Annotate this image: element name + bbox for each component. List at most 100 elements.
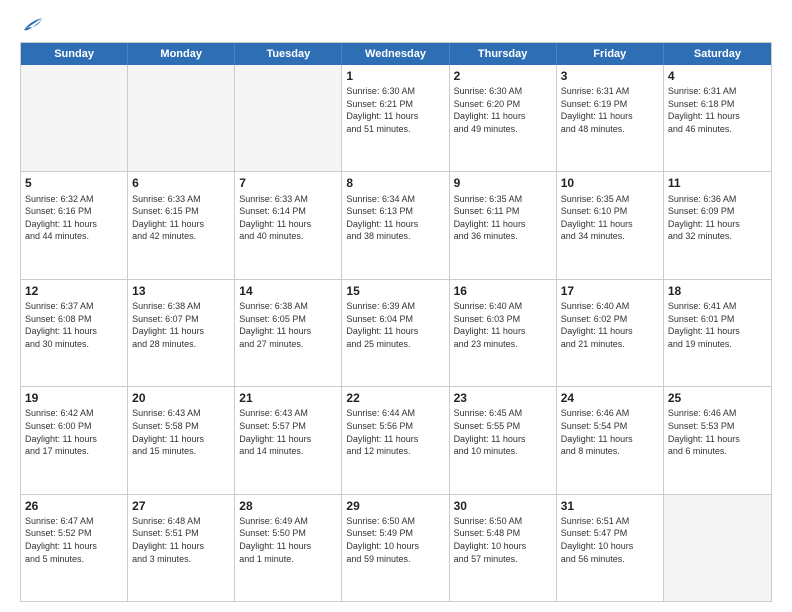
day-info: Sunrise: 6:44 AM Sunset: 5:56 PM Dayligh…: [346, 407, 444, 457]
day-number: 8: [346, 175, 444, 191]
day-info: Sunrise: 6:40 AM Sunset: 6:03 PM Dayligh…: [454, 300, 552, 350]
calendar-cell: 31Sunrise: 6:51 AM Sunset: 5:47 PM Dayli…: [557, 495, 664, 601]
calendar-row: 19Sunrise: 6:42 AM Sunset: 6:00 PM Dayli…: [21, 386, 771, 493]
calendar-row: 12Sunrise: 6:37 AM Sunset: 6:08 PM Dayli…: [21, 279, 771, 386]
calendar-cell: 5Sunrise: 6:32 AM Sunset: 6:16 PM Daylig…: [21, 172, 128, 278]
day-number: 21: [239, 390, 337, 406]
day-number: 12: [25, 283, 123, 299]
day-number: 25: [668, 390, 767, 406]
day-number: 15: [346, 283, 444, 299]
calendar-cell: 19Sunrise: 6:42 AM Sunset: 6:00 PM Dayli…: [21, 387, 128, 493]
day-info: Sunrise: 6:38 AM Sunset: 6:05 PM Dayligh…: [239, 300, 337, 350]
calendar-cell: 23Sunrise: 6:45 AM Sunset: 5:55 PM Dayli…: [450, 387, 557, 493]
day-info: Sunrise: 6:46 AM Sunset: 5:54 PM Dayligh…: [561, 407, 659, 457]
header-day-saturday: Saturday: [664, 43, 771, 65]
calendar-row: 5Sunrise: 6:32 AM Sunset: 6:16 PM Daylig…: [21, 171, 771, 278]
calendar-cell: 13Sunrise: 6:38 AM Sunset: 6:07 PM Dayli…: [128, 280, 235, 386]
day-number: 11: [668, 175, 767, 191]
header-day-friday: Friday: [557, 43, 664, 65]
day-info: Sunrise: 6:50 AM Sunset: 5:49 PM Dayligh…: [346, 515, 444, 565]
calendar-cell: 8Sunrise: 6:34 AM Sunset: 6:13 PM Daylig…: [342, 172, 449, 278]
day-number: 7: [239, 175, 337, 191]
day-info: Sunrise: 6:41 AM Sunset: 6:01 PM Dayligh…: [668, 300, 767, 350]
calendar-cell: [128, 65, 235, 171]
calendar-header: SundayMondayTuesdayWednesdayThursdayFrid…: [21, 43, 771, 65]
day-info: Sunrise: 6:35 AM Sunset: 6:10 PM Dayligh…: [561, 193, 659, 243]
calendar-cell: 20Sunrise: 6:43 AM Sunset: 5:58 PM Dayli…: [128, 387, 235, 493]
calendar-cell: 12Sunrise: 6:37 AM Sunset: 6:08 PM Dayli…: [21, 280, 128, 386]
day-info: Sunrise: 6:42 AM Sunset: 6:00 PM Dayligh…: [25, 407, 123, 457]
day-info: Sunrise: 6:30 AM Sunset: 6:20 PM Dayligh…: [454, 85, 552, 135]
day-info: Sunrise: 6:48 AM Sunset: 5:51 PM Dayligh…: [132, 515, 230, 565]
day-info: Sunrise: 6:32 AM Sunset: 6:16 PM Dayligh…: [25, 193, 123, 243]
calendar-cell: 15Sunrise: 6:39 AM Sunset: 6:04 PM Dayli…: [342, 280, 449, 386]
calendar-cell: 17Sunrise: 6:40 AM Sunset: 6:02 PM Dayli…: [557, 280, 664, 386]
calendar-body: 1Sunrise: 6:30 AM Sunset: 6:21 PM Daylig…: [21, 65, 771, 601]
day-info: Sunrise: 6:39 AM Sunset: 6:04 PM Dayligh…: [346, 300, 444, 350]
day-info: Sunrise: 6:33 AM Sunset: 6:15 PM Dayligh…: [132, 193, 230, 243]
calendar-cell: [235, 65, 342, 171]
header: [20, 16, 772, 34]
day-info: Sunrise: 6:30 AM Sunset: 6:21 PM Dayligh…: [346, 85, 444, 135]
day-info: Sunrise: 6:37 AM Sunset: 6:08 PM Dayligh…: [25, 300, 123, 350]
calendar-cell: 9 Sunrise: 6:35 AM Sunset: 6:11 PM Daylig…: [450, 172, 557, 278]
day-number: 31: [561, 498, 659, 514]
day-number: 29: [346, 498, 444, 514]
day-number: 26: [25, 498, 123, 514]
header-day-sunday: Sunday: [21, 43, 128, 65]
day-info: Sunrise: 6:43 AM Sunset: 5:57 PM Dayligh…: [239, 407, 337, 457]
day-number: 13: [132, 283, 230, 299]
calendar-row: 1Sunrise: 6:30 AM Sunset: 6:21 PM Daylig…: [21, 65, 771, 171]
calendar-cell: 18Sunrise: 6:41 AM Sunset: 6:01 PM Dayli…: [664, 280, 771, 386]
calendar-cell: 25Sunrise: 6:46 AM Sunset: 5:53 PM Dayli…: [664, 387, 771, 493]
calendar-cell: 11 Sunrise: 6:36 AM Sunset: 6:09 PM Dayli…: [664, 172, 771, 278]
day-number: 30: [454, 498, 552, 514]
calendar-cell: 7 Sunrise: 6:33 AM Sunset: 6:14 PM Daylig…: [235, 172, 342, 278]
day-number: 17: [561, 283, 659, 299]
day-number: 18: [668, 283, 767, 299]
day-info: Sunrise: 6:45 AM Sunset: 5:55 PM Dayligh…: [454, 407, 552, 457]
day-number: 1: [346, 68, 444, 84]
day-info: Sunrise: 6:36 AM Sunset: 6:09 PM Dayligh…: [668, 193, 767, 243]
day-info: Sunrise: 6:40 AM Sunset: 6:02 PM Dayligh…: [561, 300, 659, 350]
calendar-cell: 16Sunrise: 6:40 AM Sunset: 6:03 PM Dayli…: [450, 280, 557, 386]
day-info: Sunrise: 6:33 AM Sunset: 6:14 PM Dayligh…: [239, 193, 337, 243]
calendar-cell: 26Sunrise: 6:47 AM Sunset: 5:52 PM Dayli…: [21, 495, 128, 601]
day-info: Sunrise: 6:35 AM Sunset: 6:11 PM Dayligh…: [454, 193, 552, 243]
calendar-cell: 27Sunrise: 6:48 AM Sunset: 5:51 PM Dayli…: [128, 495, 235, 601]
calendar-cell: 3Sunrise: 6:31 AM Sunset: 6:19 PM Daylig…: [557, 65, 664, 171]
calendar-cell: 10Sunrise: 6:35 AM Sunset: 6:10 PM Dayli…: [557, 172, 664, 278]
day-info: Sunrise: 6:51 AM Sunset: 5:47 PM Dayligh…: [561, 515, 659, 565]
calendar-cell: 22Sunrise: 6:44 AM Sunset: 5:56 PM Dayli…: [342, 387, 449, 493]
day-info: Sunrise: 6:43 AM Sunset: 5:58 PM Dayligh…: [132, 407, 230, 457]
header-day-tuesday: Tuesday: [235, 43, 342, 65]
calendar-cell: 21Sunrise: 6:43 AM Sunset: 5:57 PM Dayli…: [235, 387, 342, 493]
day-info: Sunrise: 6:31 AM Sunset: 6:19 PM Dayligh…: [561, 85, 659, 135]
page: SundayMondayTuesdayWednesdayThursdayFrid…: [0, 0, 792, 612]
day-info: Sunrise: 6:46 AM Sunset: 5:53 PM Dayligh…: [668, 407, 767, 457]
day-info: Sunrise: 6:50 AM Sunset: 5:48 PM Dayligh…: [454, 515, 552, 565]
calendar: SundayMondayTuesdayWednesdayThursdayFrid…: [20, 42, 772, 602]
calendar-cell: 2Sunrise: 6:30 AM Sunset: 6:20 PM Daylig…: [450, 65, 557, 171]
calendar-row: 26Sunrise: 6:47 AM Sunset: 5:52 PM Dayli…: [21, 494, 771, 601]
day-number: 2: [454, 68, 552, 84]
header-day-monday: Monday: [128, 43, 235, 65]
calendar-cell: 30Sunrise: 6:50 AM Sunset: 5:48 PM Dayli…: [450, 495, 557, 601]
logo-bird-icon: [22, 16, 44, 34]
calendar-cell: 24Sunrise: 6:46 AM Sunset: 5:54 PM Dayli…: [557, 387, 664, 493]
calendar-cell: 4Sunrise: 6:31 AM Sunset: 6:18 PM Daylig…: [664, 65, 771, 171]
day-number: 22: [346, 390, 444, 406]
day-info: Sunrise: 6:31 AM Sunset: 6:18 PM Dayligh…: [668, 85, 767, 135]
calendar-cell: 28Sunrise: 6:49 AM Sunset: 5:50 PM Dayli…: [235, 495, 342, 601]
calendar-cell: 29Sunrise: 6:50 AM Sunset: 5:49 PM Dayli…: [342, 495, 449, 601]
header-day-thursday: Thursday: [450, 43, 557, 65]
logo: [20, 16, 44, 34]
day-info: Sunrise: 6:47 AM Sunset: 5:52 PM Dayligh…: [25, 515, 123, 565]
calendar-cell: 1Sunrise: 6:30 AM Sunset: 6:21 PM Daylig…: [342, 65, 449, 171]
day-number: 28: [239, 498, 337, 514]
day-info: Sunrise: 6:49 AM Sunset: 5:50 PM Dayligh…: [239, 515, 337, 565]
day-number: 24: [561, 390, 659, 406]
header-day-wednesday: Wednesday: [342, 43, 449, 65]
calendar-cell: 6Sunrise: 6:33 AM Sunset: 6:15 PM Daylig…: [128, 172, 235, 278]
day-number: 9: [454, 175, 552, 191]
